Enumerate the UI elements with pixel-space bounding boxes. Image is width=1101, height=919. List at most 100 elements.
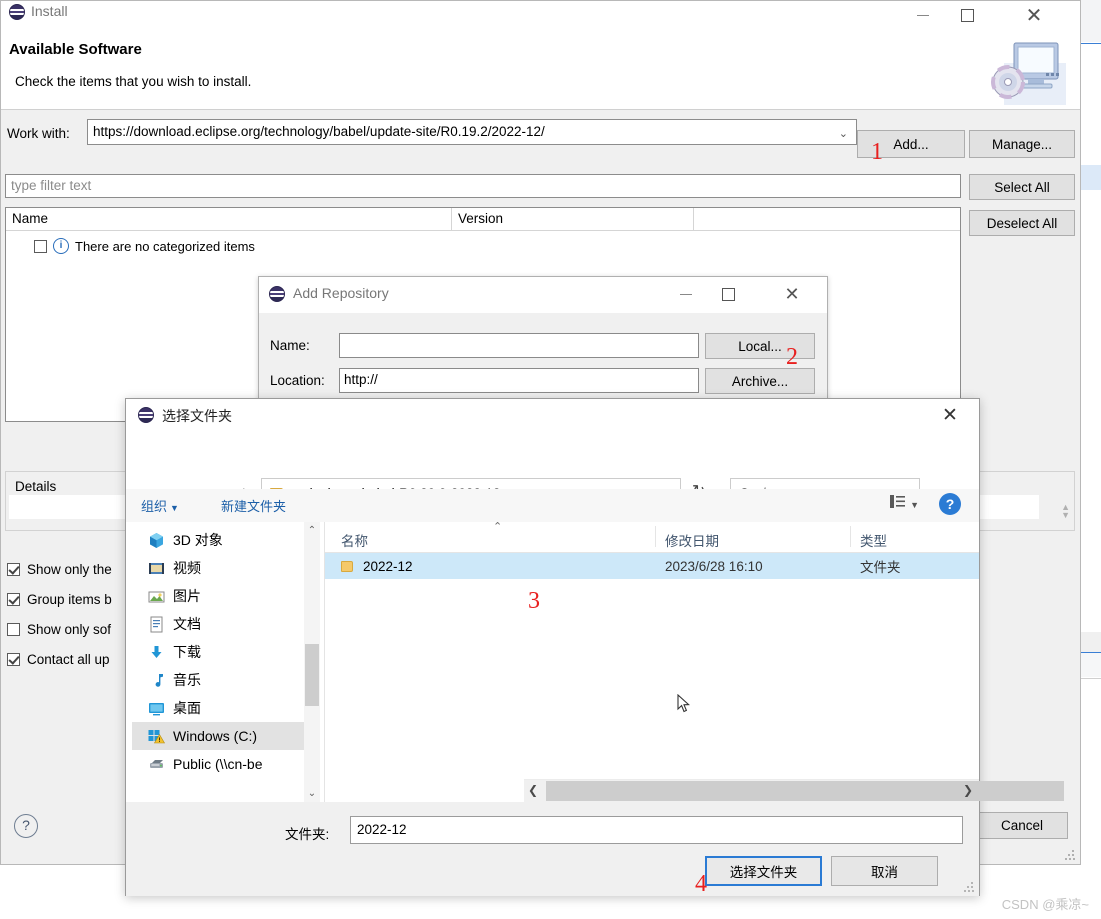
table-row[interactable]: i There are no categorized items	[34, 238, 255, 254]
install-titlebar: Install ✕	[1, 1, 1080, 31]
annotation-3: 3	[528, 588, 540, 614]
background-window	[1080, 0, 1101, 919]
option-contact-all-update-sites[interactable]: Contact all up	[7, 652, 110, 667]
help-icon[interactable]: ?	[14, 814, 38, 838]
organize-label: 组织	[141, 499, 168, 514]
nav-item-music[interactable]: 音乐	[148, 666, 201, 694]
manage-button[interactable]: Manage...	[969, 130, 1075, 158]
nav-item-label: 音乐	[173, 672, 201, 688]
nav-item-downloads[interactable]: 下载	[148, 638, 201, 666]
file-type: 文件夹	[860, 560, 901, 575]
scrollbar-thumb[interactable]	[546, 781, 1064, 801]
row-checkbox[interactable]	[34, 239, 47, 253]
filter-placeholder: type filter text	[11, 178, 92, 193]
scroll-right-icon[interactable]: ❯	[963, 783, 973, 797]
nav-item-documents[interactable]: 文档	[148, 610, 201, 638]
filter-input[interactable]: type filter text	[5, 174, 961, 198]
work-with-combo[interactable]: https://download.eclipse.org/technology/…	[87, 119, 857, 145]
local-button[interactable]: Local...	[705, 333, 815, 359]
select-all-button[interactable]: Select All	[969, 174, 1075, 200]
scrollbar-thumb[interactable]	[305, 644, 319, 706]
nav-item-label: Public (\\cn-be	[173, 756, 263, 772]
maximize-icon[interactable]	[707, 277, 749, 312]
table-header: Name Version	[6, 208, 960, 231]
folder-name-label: 文件夹:	[285, 827, 330, 842]
sort-ascending-icon: ⌃	[493, 521, 503, 533]
nav-item-videos[interactable]: 视频	[148, 554, 201, 582]
option-group-items[interactable]: Group items b	[7, 592, 112, 607]
help-icon[interactable]: ?	[939, 493, 961, 515]
desktop-icon	[148, 700, 165, 717]
scroll-up-icon[interactable]: ⌃	[304, 522, 320, 539]
option-label: Show only the	[27, 562, 112, 577]
file-list-hscrollbar[interactable]: ❮ ❯	[524, 779, 1064, 802]
option-show-only-latest[interactable]: Show only the	[7, 562, 112, 577]
nav-item-desktop[interactable]: 桌面	[148, 694, 201, 722]
file-list-row[interactable]: 2022-12 2023/6/28 16:10 文件夹	[325, 553, 979, 579]
option-checkbox[interactable]	[7, 623, 20, 636]
folder-dialog-footer: 文件夹: 2022-12 选择文件夹 取消	[126, 802, 979, 896]
drive-warning-icon	[148, 728, 166, 745]
cancel-button[interactable]: Cancel	[976, 812, 1068, 839]
close-icon[interactable]: ✕	[771, 277, 813, 312]
minimize-icon[interactable]	[900, 1, 945, 30]
resize-grip[interactable]	[964, 882, 974, 892]
organize-button[interactable]: 组织 ▼	[141, 496, 179, 515]
resize-grip[interactable]	[1065, 850, 1075, 860]
folder-body: 3D 对象 视频 图片 文档 下载 音乐 桌面 Windows (C:) Pub…	[126, 521, 1064, 802]
deselect-all-button[interactable]: Deselect All	[969, 210, 1075, 236]
folder-cancel-button[interactable]: 取消	[831, 856, 938, 886]
close-icon[interactable]: ✕	[1010, 1, 1058, 30]
work-with-label: Work with:	[7, 126, 70, 141]
scroll-down-icon[interactable]: ⌄	[304, 785, 320, 802]
cube-icon	[148, 532, 165, 549]
column-header-type[interactable]: 类型	[860, 530, 887, 550]
column-version: Version	[458, 211, 504, 226]
repo-name-input[interactable]	[339, 333, 699, 358]
repo-location-label: Location:	[270, 373, 325, 388]
view-options-button[interactable]: ▼	[890, 495, 919, 511]
nav-item-windows-c[interactable]: Windows (C:)	[132, 722, 312, 750]
folder-icon	[341, 560, 353, 572]
option-show-only-software[interactable]: Show only sof	[7, 622, 111, 637]
archive-button[interactable]: Archive...	[705, 368, 815, 394]
watermark: CSDN @乘凉~	[1001, 897, 1089, 912]
annotation-2: 2	[786, 344, 798, 370]
option-checkbox[interactable]	[7, 593, 20, 606]
nav-item-3d-objects[interactable]: 3D 对象	[148, 526, 223, 554]
column-header-name[interactable]: 名称	[341, 530, 368, 550]
page-subtitle: Check the items that you wish to install…	[15, 74, 252, 89]
repo-location-input[interactable]: http://	[339, 368, 699, 393]
nav-item-label: 文档	[173, 616, 201, 632]
download-icon	[148, 644, 165, 661]
option-checkbox[interactable]	[7, 653, 20, 666]
details-spinner-icon[interactable]: ▲ ▼	[1061, 503, 1070, 520]
folder-dialog-titlebar: 选择文件夹 ✕	[126, 399, 979, 431]
option-checkbox[interactable]	[7, 563, 20, 576]
details-label: Details	[11, 479, 61, 494]
install-window-title: Install	[31, 3, 68, 19]
info-icon: i	[53, 238, 69, 254]
maximize-icon[interactable]	[945, 1, 990, 30]
folder-name-value: 2022-12	[357, 822, 407, 837]
work-with-value: https://download.eclipse.org/technology/…	[93, 124, 545, 139]
row-label: There are no categorized items	[75, 238, 255, 254]
chevron-down-icon: ▼	[170, 503, 179, 513]
scroll-left-icon[interactable]: ❮	[528, 783, 538, 797]
option-label: Show only sof	[27, 622, 112, 637]
folder-navigation-bar: ← → ⌄ ↑ « plugins › babel-R0.20.0-2022-1…	[126, 431, 979, 508]
nav-item-public-network[interactable]: Public (\\cn-be	[148, 750, 262, 778]
nav-item-label: 视频	[173, 560, 201, 576]
nav-item-label: 图片	[173, 588, 201, 604]
chevron-down-icon: ▼	[910, 500, 919, 510]
nav-item-pictures[interactable]: 图片	[148, 582, 201, 610]
nav-pane-scrollbar[interactable]: ⌃ ⌄	[304, 522, 320, 802]
close-icon[interactable]: ✕	[927, 399, 973, 431]
column-header-date[interactable]: 修改日期	[665, 530, 719, 550]
select-folder-button[interactable]: 选择文件夹	[705, 856, 822, 886]
new-folder-button[interactable]: 新建文件夹	[221, 496, 286, 515]
picture-icon	[148, 588, 165, 605]
folder-name-input[interactable]: 2022-12	[350, 816, 963, 844]
minimize-icon[interactable]	[665, 277, 707, 312]
document-icon	[148, 616, 165, 633]
